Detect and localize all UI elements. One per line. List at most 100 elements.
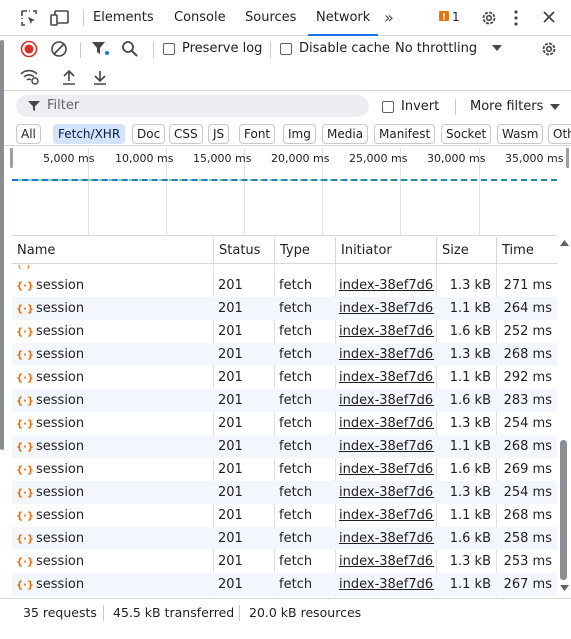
column-initiator[interactable]: Initiator [335, 237, 436, 264]
throttling-value: No throttling [395, 41, 478, 56]
cell-size: 1.1 kB [449, 370, 491, 385]
cell-initiator[interactable]: index-38ef7d6c. [339, 481, 434, 504]
preserve-log-box[interactable] [163, 42, 175, 55]
overview-right-handle[interactable] [566, 148, 569, 168]
issues-badge[interactable]: 1 [438, 10, 460, 24]
divider [153, 42, 154, 58]
type-chip-all[interactable]: All [16, 124, 41, 144]
close-devtools-icon[interactable] [542, 10, 556, 24]
cell-name: {·} session [16, 527, 209, 550]
table-scrollbar[interactable] [558, 237, 571, 597]
panel-scrollbar-thumb[interactable] [0, 40, 4, 450]
type-chip-img[interactable]: Img [283, 124, 316, 144]
column-name[interactable]: Name [12, 237, 213, 264]
column-type[interactable]: Type [274, 237, 335, 264]
table-row[interactable]: {·} session 201 fetch index-38ef7d6c. 1.3 kB 2… [12, 343, 557, 366]
type-chip-doc[interactable]: Doc [132, 124, 166, 144]
divider [270, 42, 271, 58]
column-status[interactable]: Status [213, 237, 274, 264]
network-settings-gear-icon[interactable] [540, 40, 558, 58]
search-icon[interactable] [121, 40, 139, 58]
column-size[interactable]: Size [436, 237, 496, 264]
table-row[interactable]: {·} session 201 fetch index-38ef7d6c. 1.1 kB 2… [12, 297, 557, 320]
cell-name: {·} session [16, 366, 209, 389]
table-row[interactable]: {·} session 201 fetch index-38ef7d6c. 1.3 kB 2… [12, 274, 557, 297]
more-filters-dropdown[interactable]: More filters [470, 99, 561, 114]
type-chip-css[interactable]: CSS [169, 124, 203, 144]
tab-elements[interactable]: Elements [93, 0, 154, 36]
import-har-upload-icon[interactable] [61, 69, 77, 85]
table-row[interactable]: {·} session 201 fetch index-38ef7d6c. 1.6 kB 2… [12, 458, 557, 481]
more-tabs-chevron-icon[interactable]: » [384, 8, 394, 27]
filter-placeholder: Filter [47, 98, 80, 113]
filter-input[interactable]: Filter [16, 95, 369, 117]
cell-initiator[interactable]: index-38ef7d6c. [339, 573, 434, 596]
dropdown-arrow-icon[interactable] [492, 45, 502, 51]
device-toolbar-icon[interactable] [50, 9, 70, 27]
disable-cache-checkbox[interactable]: Disable cache [280, 41, 390, 56]
column-time[interactable]: Time [496, 237, 557, 264]
table-row[interactable]: {·} session 201 fetch index-38ef7d6c. 1.1 kB 2… [12, 504, 557, 527]
cell-initiator[interactable]: index-38ef7d6c. [339, 435, 434, 458]
invert-box[interactable] [382, 100, 394, 113]
type-chip-other[interactable]: Oth [548, 124, 571, 144]
cell-initiator[interactable]: index-38ef7d6c. [339, 550, 434, 573]
preserve-log-checkbox[interactable]: Preserve log [163, 41, 262, 56]
fetch-request-icon: {·} [16, 373, 35, 384]
inspect-element-icon[interactable] [20, 9, 38, 27]
cell-initiator[interactable]: index-38ef7d6c. [339, 343, 434, 366]
tab-network[interactable]: Network [308, 0, 379, 36]
fetch-request-icon: {·} [16, 327, 35, 338]
request-count: 35 requests [23, 605, 97, 620]
stop-recording-icon[interactable] [20, 40, 38, 58]
table-row[interactable]: {·} session 201 fetch index-38ef7d6c. 1.3 kB 2… [12, 481, 557, 504]
table-row[interactable]: {·} session 201 fetch index-38ef7d6c. 1.1 kB 2… [12, 366, 557, 389]
type-chip-socket[interactable]: Socket [441, 124, 492, 144]
table-row[interactable]: {·} session 201 fetch index-38ef7d6c. 1.6 kB 2… [12, 527, 557, 550]
scroll-up-arrow-icon[interactable] [560, 240, 569, 246]
overview-timeline[interactable]: 5,000 ms 10,000 ms 15,000 ms 20,000 ms 2… [10, 148, 569, 236]
cell-initiator[interactable]: index-38ef7d6c. [339, 458, 434, 481]
cell-initiator[interactable]: index-38ef7d6c. [339, 274, 434, 297]
network-conditions-wifi-icon[interactable] [20, 69, 40, 85]
cell-initiator[interactable]: index-38ef7d6c. [339, 527, 434, 550]
scroll-down-arrow-icon[interactable] [560, 585, 569, 591]
requests-table-header: Name Status Type Initiator Size Time [12, 237, 557, 264]
disable-cache-box[interactable] [280, 42, 292, 55]
type-chip-media[interactable]: Media [322, 124, 369, 144]
cell-initiator[interactable]: index-38ef7d6c. [339, 504, 434, 527]
type-chip-js[interactable]: JS [208, 124, 230, 144]
table-row[interactable]: {·} session 201 fetch index-38ef7d6c. 1.1 kB 2… [12, 435, 557, 458]
table-row[interactable]: {·} session 201 fetch index-38ef7d6c. 1.6 kB 2… [12, 389, 557, 412]
type-chip-wasm[interactable]: Wasm [497, 124, 544, 144]
clear-log-icon[interactable] [50, 40, 68, 58]
more-options-icon[interactable] [513, 9, 519, 27]
export-har-download-icon[interactable] [92, 69, 108, 85]
table-row[interactable]: {·} session 201 fetch index-38ef7d6c. 1.3 kB 2… [12, 412, 557, 435]
tab-sources[interactable]: Sources [245, 0, 296, 36]
type-chip-fetch-xhr[interactable]: Fetch/XHR [53, 124, 126, 144]
cell-initiator[interactable]: index-38ef7d6c. [339, 366, 434, 389]
filter-funnel-icon[interactable] [91, 40, 111, 58]
throttling-select[interactable]: No throttling [395, 41, 477, 56]
overview-left-handle[interactable] [10, 148, 13, 168]
cell-initiator[interactable]: index-38ef7d6c. [339, 297, 434, 320]
table-row[interactable]: {·} session 201 fetch index-38ef7d6c. 1.6 kB 2… [12, 320, 557, 343]
type-chip-manifest[interactable]: Manifest [374, 124, 436, 144]
table-row[interactable]: {·} session 201 fetch index-38ef7d6c. 1.1 kB 2… [12, 573, 557, 596]
cell-initiator[interactable]: index-38ef7d6c. [339, 412, 434, 435]
tab-console[interactable]: Console [174, 0, 226, 36]
table-row[interactable]: {·} session 201 fetch index-38ef7d6c. 1.3 kB 2… [12, 550, 557, 573]
cell-initiator[interactable]: index-38ef7d6c. [339, 320, 434, 343]
type-chip-font[interactable]: Font [239, 124, 276, 144]
divider [455, 99, 456, 115]
cell-initiator[interactable]: index-38ef7d6c. [339, 389, 434, 412]
cell-type: fetch [279, 370, 313, 385]
divider [239, 605, 240, 621]
settings-gear-icon[interactable] [480, 9, 498, 27]
scrollbar-thumb[interactable] [560, 440, 567, 580]
cell-type: fetch [279, 439, 313, 454]
network-toolbar-secondary [0, 63, 571, 91]
invert-checkbox[interactable]: Invert [382, 99, 439, 114]
cell-type: fetch [279, 462, 313, 477]
